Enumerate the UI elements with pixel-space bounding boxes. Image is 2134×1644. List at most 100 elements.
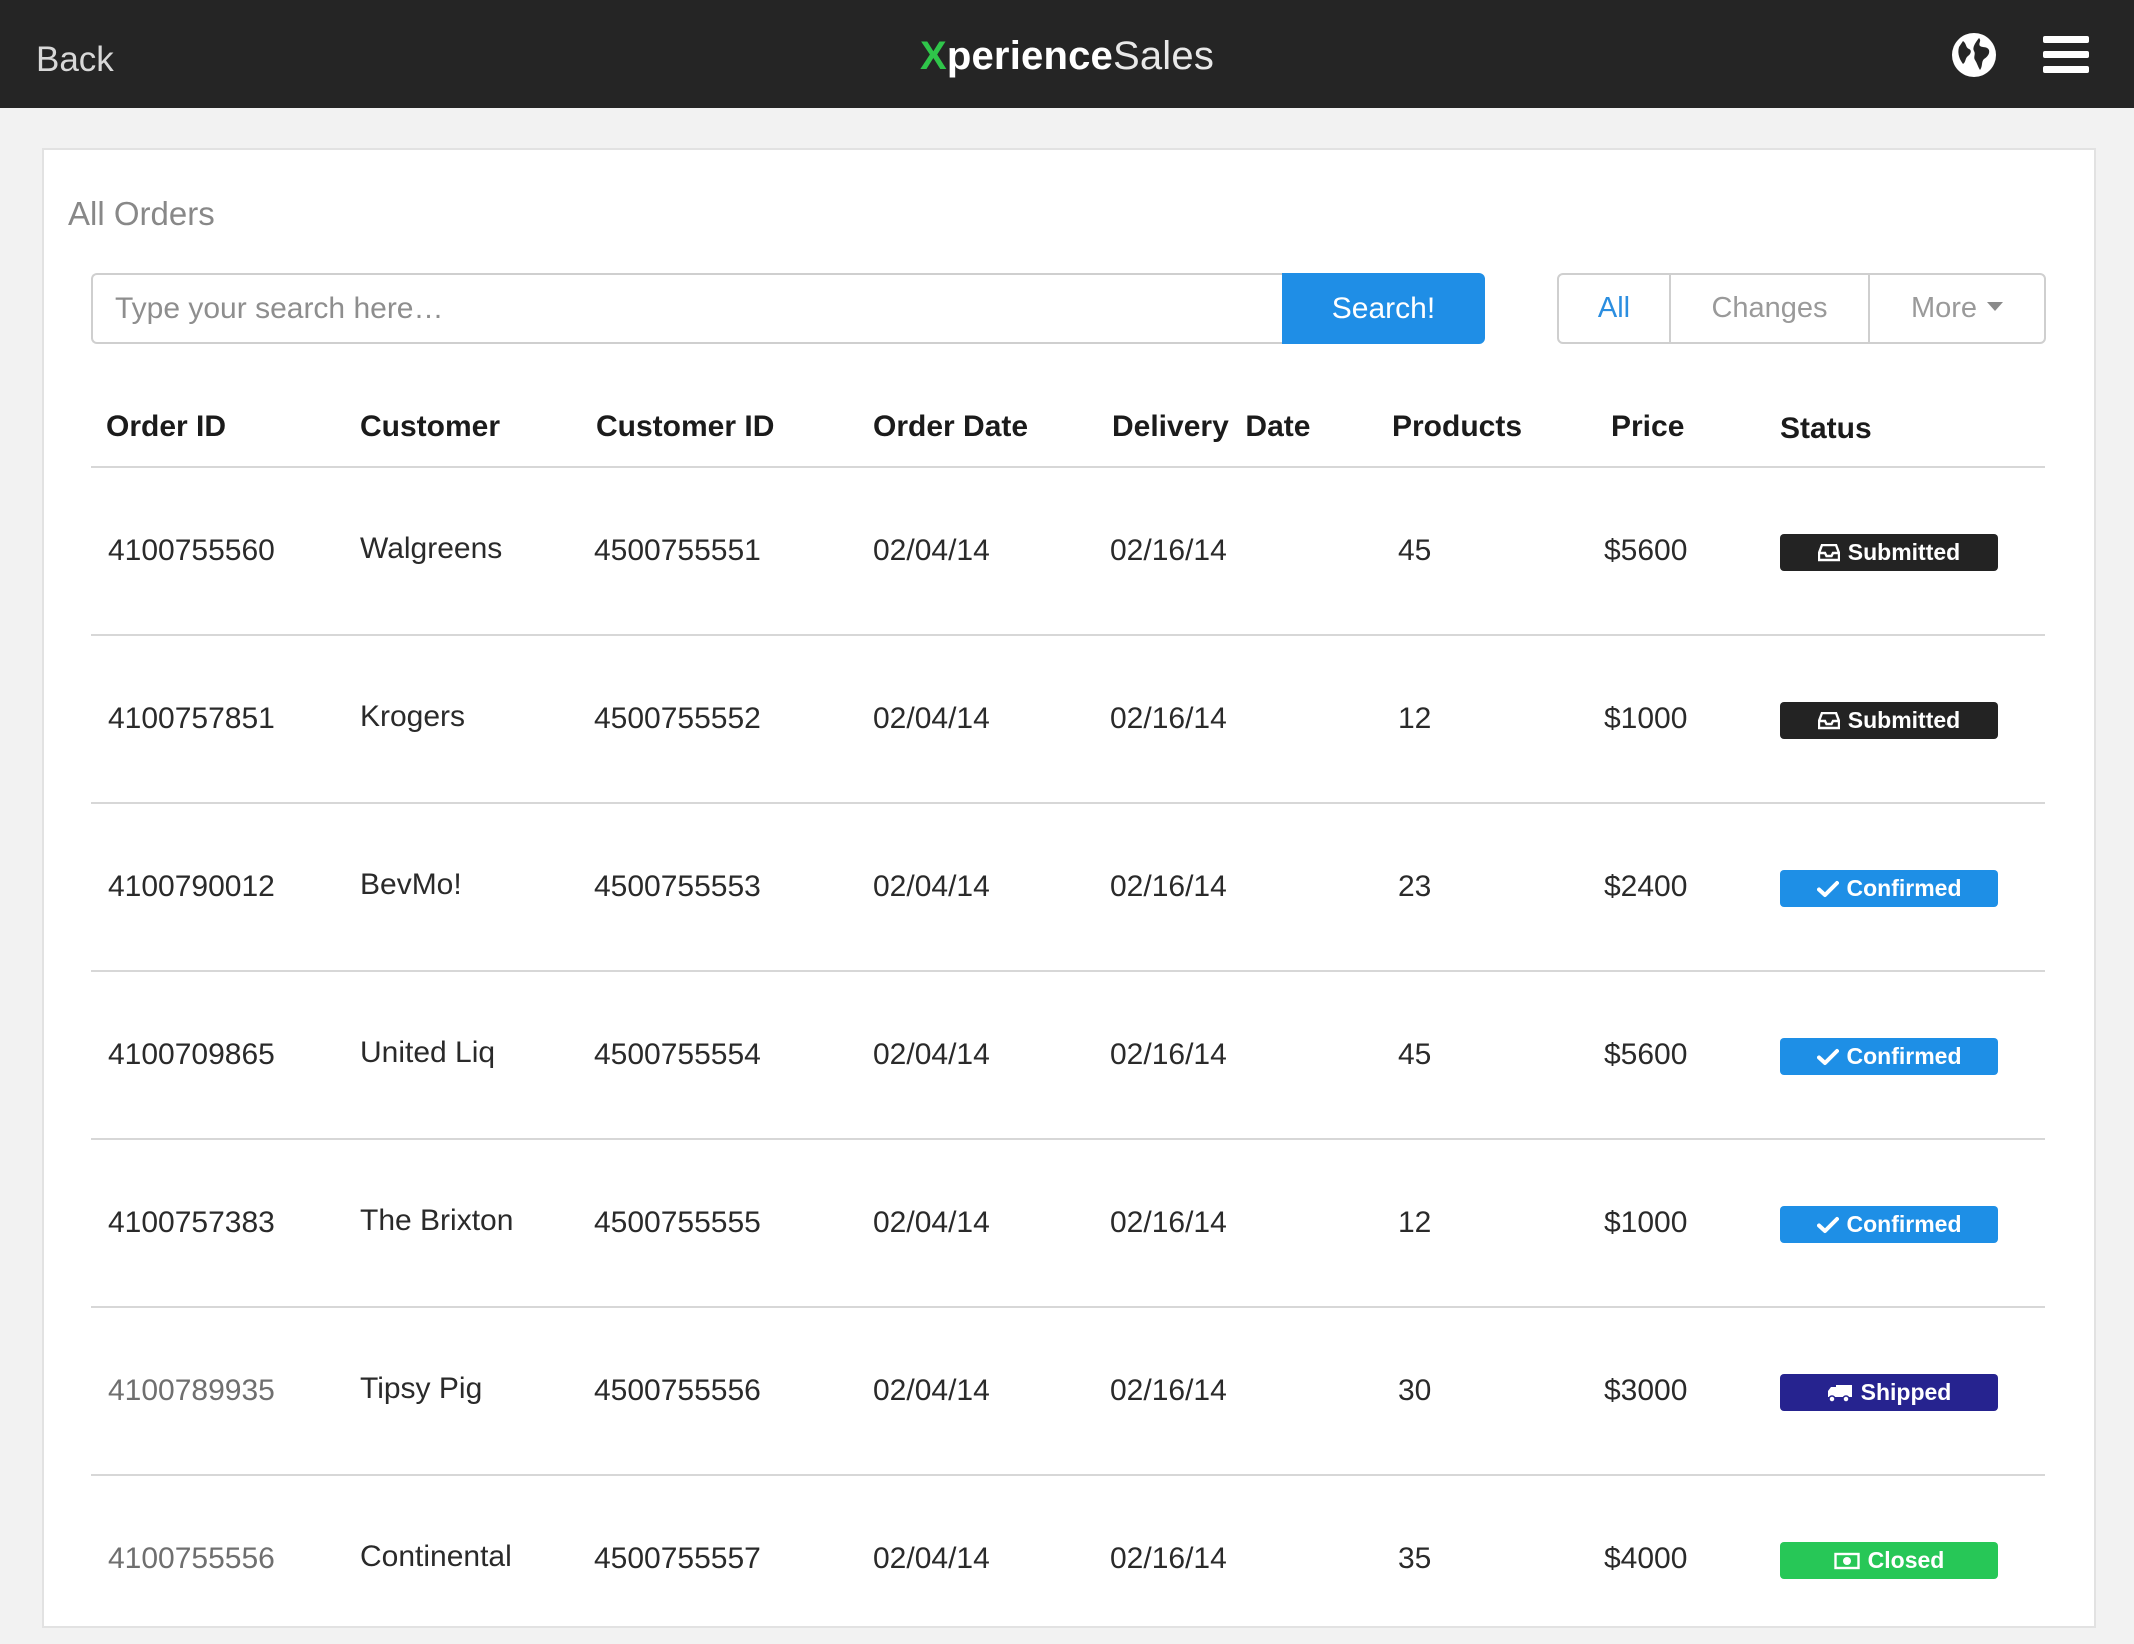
status-badge: Confirmed: [1780, 1206, 1998, 1243]
order-id-cell: 4100757383: [108, 1206, 275, 1239]
status-badge: Shipped: [1780, 1374, 1998, 1411]
order-date-cell: 02/04/14: [873, 870, 990, 903]
brand-perience: perience: [946, 34, 1113, 78]
customer-cell: Tipsy Pig: [360, 1372, 483, 1405]
customer-id-cell: 4500755556: [594, 1374, 761, 1407]
search-button[interactable]: Search!: [1282, 273, 1485, 344]
delivery-date-cell: 02/16/14: [1110, 870, 1227, 903]
status-badge: Confirmed: [1780, 1038, 1998, 1075]
status-label: Submitted: [1847, 707, 1961, 733]
brand-x: X: [919, 34, 947, 78]
customer-id-cell: 4500755554: [594, 1038, 761, 1071]
inbox-icon: [1817, 543, 1840, 562]
delivery-date-cell: 02/16/14: [1110, 1038, 1227, 1071]
order-id-cell: 4100755560: [108, 534, 275, 567]
delivery-date-cell: 02/16/14: [1110, 1542, 1227, 1575]
table-row[interactable]: 4100757383 The Brixton 4500755555 02/04/14 0…: [0, 1140, 2134, 1308]
products-cell: 12: [1398, 1206, 1432, 1239]
status-label: Confirmed: [1846, 875, 1962, 901]
order-id-cell: 4100790012: [108, 870, 275, 903]
status-label: Confirmed: [1846, 1211, 1962, 1237]
products-cell: 35: [1398, 1542, 1432, 1575]
status-label: Submitted: [1847, 539, 1961, 565]
column-header-delivery-date[interactable]: Delivery Date: [1112, 410, 1310, 444]
customer-cell: Walgreens: [360, 532, 503, 565]
filter-changes-tab[interactable]: Changes: [1669, 275, 1868, 342]
customer-cell: Krogers: [360, 700, 466, 733]
status-badge: Closed: [1780, 1542, 1998, 1579]
order-date-cell: 02/04/14: [873, 1374, 990, 1407]
delivery-date-cell: 02/16/14: [1110, 702, 1227, 735]
customer-cell: BevMo!: [360, 868, 462, 901]
customer-cell: Continental: [360, 1540, 512, 1573]
table-row[interactable]: 4100755560 Walgreens 4500755551 02/04/14 02/…: [0, 468, 2134, 636]
customer-id-cell: 4500755555: [594, 1206, 761, 1239]
delivery-date-cell: 02/16/14: [1110, 1374, 1227, 1407]
order-date-cell: 02/04/14: [873, 1038, 990, 1071]
price-cell: $5600: [1604, 534, 1688, 567]
products-cell: 30: [1398, 1374, 1432, 1407]
globe-icon[interactable]: [1951, 32, 1997, 78]
truck-icon: [1827, 1383, 1853, 1403]
column-header-order-date[interactable]: Order Date: [873, 410, 1028, 444]
brand-sales: Sales: [1112, 34, 1215, 78]
table-row[interactable]: 4100757851 Krogers 4500755552 02/04/14 02/16…: [0, 636, 2134, 804]
customer-id-cell: 4500755553: [594, 870, 761, 903]
table-row[interactable]: 4100789935 Tipsy Pig 4500755556 02/04/14 02/…: [0, 1308, 2134, 1476]
column-header-status[interactable]: Status: [1780, 412, 1872, 446]
delivery-date-cell: 02/16/14: [1110, 534, 1227, 567]
column-header-products[interactable]: Products: [1392, 410, 1522, 444]
price-cell: $5600: [1604, 1038, 1688, 1071]
customer-cell: The Brixton: [360, 1204, 514, 1237]
column-header-customer[interactable]: Customer: [360, 410, 500, 444]
order-filter-segmented-control: All Changes More: [1557, 273, 2046, 344]
customer-id-cell: 4500755552: [594, 702, 761, 735]
customer-id-cell: 4500755557: [594, 1542, 761, 1575]
column-header-order-id[interactable]: Order ID: [106, 410, 226, 444]
table-row[interactable]: 4100755556 Continental 4500755557 02/04/14 0…: [0, 1476, 2134, 1644]
order-date-cell: 02/04/14: [873, 534, 990, 567]
check-icon: [1816, 1048, 1839, 1066]
price-cell: $3000: [1604, 1374, 1688, 1407]
order-id-cell: 4100709865: [108, 1038, 275, 1071]
status-label: Confirmed: [1846, 1043, 1962, 1069]
order-id-cell: 4100789935: [108, 1374, 275, 1407]
filter-more-dropdown[interactable]: More: [1868, 275, 2044, 342]
caret-down-icon: [1987, 302, 2004, 311]
check-icon: [1816, 1216, 1839, 1234]
status-badge: Confirmed: [1780, 870, 1998, 907]
money-icon: [1833, 1552, 1860, 1570]
filter-all-tab[interactable]: All: [1559, 275, 1669, 342]
status-label: Shipped: [1860, 1379, 1952, 1405]
status-label: Closed: [1867, 1547, 1945, 1573]
check-icon: [1816, 880, 1839, 898]
order-id-cell: 4100755556: [108, 1542, 275, 1575]
order-date-cell: 02/04/14: [873, 1206, 990, 1239]
app-logo: XperienceSales: [0, 34, 2134, 79]
products-cell: 23: [1398, 870, 1432, 903]
filter-more-label: More: [1910, 292, 1978, 324]
order-date-cell: 02/04/14: [873, 1542, 990, 1575]
top-navigation-bar: Back XperienceSales: [0, 0, 2134, 108]
order-id-cell: 4100757851: [108, 702, 275, 735]
order-date-cell: 02/04/14: [873, 702, 990, 735]
table-row[interactable]: 4100790012 BevMo! 4500755553 02/04/14 02/16/…: [0, 804, 2134, 972]
products-cell: 45: [1398, 534, 1432, 567]
price-cell: $1000: [1604, 702, 1688, 735]
status-badge: Submitted: [1780, 702, 1998, 739]
hamburger-menu-icon[interactable]: [2043, 34, 2089, 76]
table-row[interactable]: 4100709865 United Liq 4500755554 02/04/14 02…: [0, 972, 2134, 1140]
delivery-date-cell: 02/16/14: [1110, 1206, 1227, 1239]
status-badge: Submitted: [1780, 534, 1998, 571]
products-cell: 45: [1398, 1038, 1432, 1071]
search-input[interactable]: [91, 273, 1283, 344]
customer-cell: United Liq: [360, 1036, 496, 1069]
page-title: All Orders: [68, 195, 215, 232]
column-header-customer-id[interactable]: Customer ID: [596, 410, 774, 444]
column-header-price[interactable]: Price: [1611, 410, 1684, 444]
customer-id-cell: 4500755551: [594, 534, 761, 567]
products-cell: 12: [1398, 702, 1432, 735]
price-cell: $1000: [1604, 1206, 1688, 1239]
price-cell: $4000: [1604, 1542, 1688, 1575]
inbox-icon: [1817, 711, 1840, 730]
